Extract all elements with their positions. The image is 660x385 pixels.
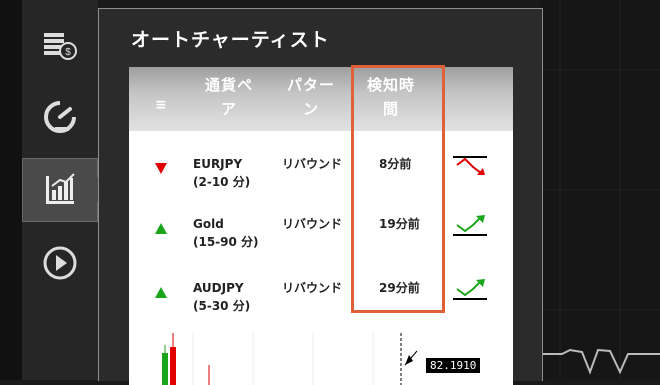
bar-chart-icon [46,173,75,204]
sidebar: $ [0,0,107,380]
menu-icon[interactable]: ≡ [155,93,168,117]
pair-range: (15-90 分) [193,235,259,249]
pair-range: (5-30 分) [193,299,251,313]
autochartist-panel: オートチャーティスト ≡ 通貨ペ ア パター ン 検知時 間 EURJPY (2… [98,8,543,385]
table-header: ≡ 通貨ペ ア パター ン 検知時 間 [129,67,513,131]
speed-clock-icon [44,101,76,133]
play-icon [43,246,77,280]
pattern-name: リバウンド [282,157,343,171]
direction-up-icon [155,287,167,298]
sidebar-item-autochartist[interactable] [22,158,107,222]
background-chart [540,0,660,380]
column-currency-pair[interactable]: 通貨ペ ア [199,73,259,121]
pair-range: (2-10 分) [193,175,251,189]
trend-up-icon [453,215,487,236]
sidebar-item-coins[interactable]: $ [22,14,98,76]
direction-down-icon [155,163,167,174]
detect-time-highlight [351,65,445,313]
table-row[interactable]: EURJPY (2-10 分) リバウンド 8分前 [129,153,513,213]
column-pattern[interactable]: パター ン [281,73,341,121]
sidebar-item-play[interactable] [22,232,98,294]
pattern-name: リバウンド [282,217,343,231]
price-label: 82.1910 [426,358,481,373]
pair-name: Gold [193,217,224,231]
signals-table: ≡ 通貨ペ ア パター ン 検知時 間 EURJPY (2-10 分) リバウン… [129,67,513,385]
pattern-preview-chart [162,333,418,385]
table-row[interactable]: Gold (15-90 分) リバウンド 19分前 [129,213,513,273]
trend-up-icon [453,279,487,300]
pair-name: AUDJPY [193,281,244,295]
sidebar-item-speed[interactable] [22,86,98,148]
svg-text:$: $ [65,47,71,58]
coins-icon: $ [44,33,77,60]
trend-down-icon [453,156,487,175]
pair-name: EURJPY [193,157,243,171]
direction-up-icon [155,223,167,234]
pattern-name: リバウンド [282,281,343,295]
background-chart-lines [540,0,660,380]
sidebar-strip [0,0,22,380]
panel-title: オートチャーティスト [131,29,330,51]
